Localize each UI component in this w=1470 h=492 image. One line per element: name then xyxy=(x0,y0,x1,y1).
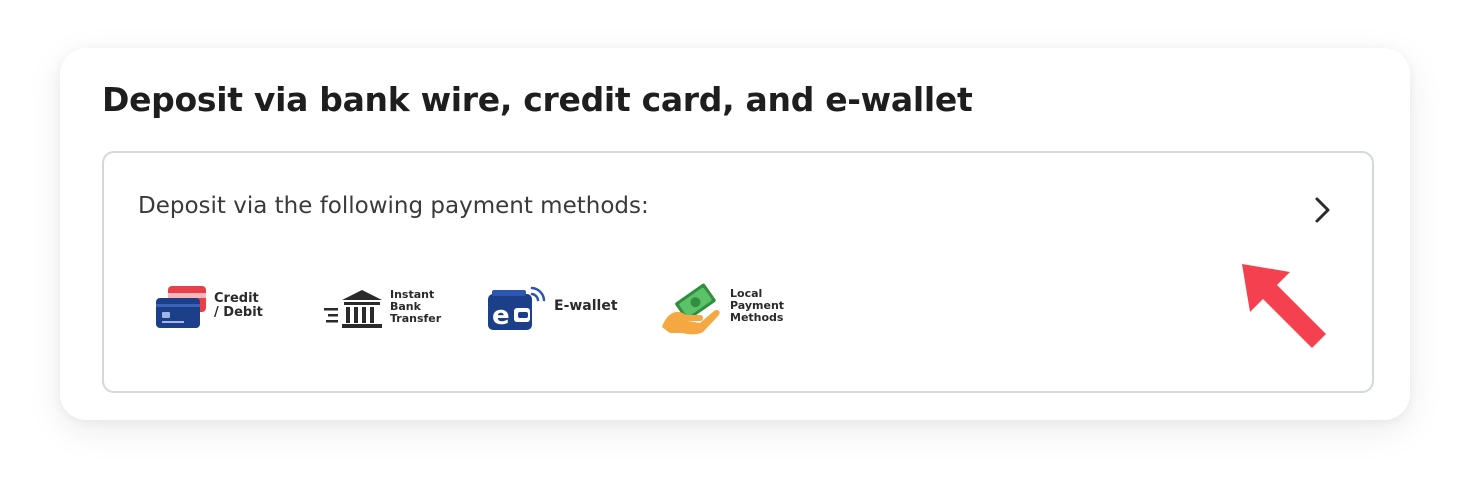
method-label-e-wallet: E-wallet xyxy=(554,298,618,315)
method-label-credit-debit: Credit / Debit xyxy=(214,290,263,320)
chevron-right-icon[interactable] xyxy=(1312,195,1334,225)
method-e-wallet: e E-wallet xyxy=(486,281,618,337)
method-label-instant-bank-transfer: Instant Bank Transfer xyxy=(390,288,442,325)
credit-card-icon xyxy=(156,286,206,328)
method-local-payment: Local Payment Methods xyxy=(660,281,784,337)
deposit-card: Deposit via bank wire, credit card, and … xyxy=(60,48,1410,420)
svg-text:e: e xyxy=(492,301,510,331)
payment-methods-label: Deposit via the following payment method… xyxy=(138,193,649,219)
bank-icon xyxy=(324,290,382,328)
pointer-arrow-icon xyxy=(1242,264,1326,348)
method-instant-bank-transfer: Instant Bank Transfer xyxy=(324,281,441,337)
payment-methods-panel[interactable]: Deposit via the following payment method… xyxy=(102,151,1374,393)
cash-hand-icon xyxy=(662,283,720,335)
method-credit-debit: Credit / Debit xyxy=(154,281,263,337)
ewallet-icon: e xyxy=(488,286,546,331)
method-label-local-payment: Local Payment Methods xyxy=(730,287,785,324)
card-title: Deposit via bank wire, credit card, and … xyxy=(102,80,973,119)
